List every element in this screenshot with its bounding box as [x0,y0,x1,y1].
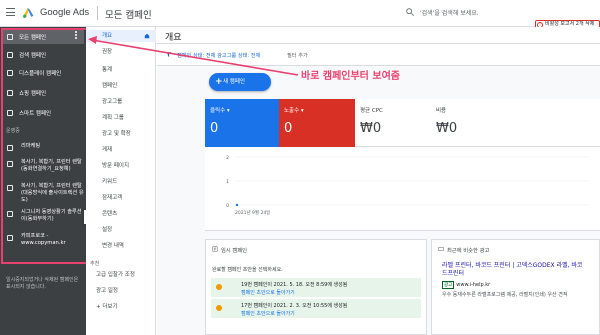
chart-y-tick-label: 2 [226,155,229,161]
top-bar: Google Ads 모든 캠페인 '검색'을 검색해 보세요. ! 비활성 보… [0,0,600,29]
return-to-draft-link[interactable]: 캠페인 초안으로 돌아가기 [241,289,295,296]
page-title: 모든 캠페인 [105,10,152,21]
chart-svg: 2 1 0 2021년 9월 24일 [226,155,590,216]
ad-badge: 광고 [442,281,455,289]
nav-item-recommendations[interactable]: 권장 [86,46,156,58]
nav-item-label: 설정 [102,227,113,233]
filter-icon[interactable] [165,51,172,58]
search-icon [406,8,415,17]
add-filter-link[interactable]: 필터 추가 [287,52,308,59]
draft-campaigns-panel: 임시 캠페인 완료할 캠페인 초안을 선택하세요. 19번 캠페인이 2021.… [205,239,427,335]
nav-item-bid-adjustments[interactable]: 고급 입찰가 조정 [86,269,156,281]
nav-item-label: 통계 [102,67,113,73]
metric-card-avg-cpc[interactable]: 평균 CPC ₩0 [355,99,431,147]
sidebar-footer-note: 일시중지되었거나 삭제된 캠페인은 표시되지 않습니다. [6,277,79,290]
nav-item-content[interactable]: 콘텐츠 [86,208,156,220]
metric-label: 비용 [436,108,447,114]
nav-item-label: 게재 [102,147,113,153]
nav-item-ad-groups[interactable]: 광고그룹 [86,96,156,108]
nav-item-label: 고급 입찰가 조정 [96,272,135,278]
chart-y-tick-label: 0 [226,203,229,209]
brand-name: Google Ads [40,7,90,18]
metric-label: 평균 CPC [360,108,383,114]
ad-url: www.i-help.kr [456,282,491,288]
nav-item-landing-pages[interactable]: 방문 페이지 [86,160,156,172]
overview-header: 개요 [157,27,600,44]
nav-item-label: 권장 [102,49,113,55]
panel-subtitle: 완료할 캠페인 초안을 선택하세요. [212,267,283,273]
nav-item-label: 캠페인 [102,83,118,89]
nav-item-label: 광고 및 확장 [102,131,131,137]
nav-item-more[interactable]: + 더보기 [86,301,156,313]
nav-item-keywords[interactable]: 키워드 [86,176,156,188]
draft-row[interactable]: 17번 캠페인이 2021. 2. 3. 오전 10:55에 생성됨 캠페인 초… [211,299,421,318]
ad-url-line: 광고 www.i-help.kr [442,281,587,289]
ad-headline[interactable]: 라벨 프린터, 바코드 프린터 | 고덱스GODEX 라벨, 바코드프린터 [442,262,587,278]
search-placeholder: '검색'을 검색해 보세요. [420,10,479,17]
plus-icon: + [215,77,223,87]
ad-preview[interactable]: 라벨 프린터, 바코드 프린터 | 고덱스GODEX 라벨, 바코드프린터 광고… [442,262,587,334]
nav-item-label: 키워드 [102,179,118,185]
draft-status-icon [216,305,222,311]
page-navigation: 개요 권장 통계 캠페인 광고그룹 계획 그룹 광고 및 확장 게재 방문 페이… [86,27,156,335]
nav-item-audiences[interactable]: 잠재고객 [86,192,156,204]
filter-status-text[interactable]: 캠페인 상태: 전체 광고그룹 상태: 전체 [177,52,260,59]
draft-created-text: 17번 캠페인이 2021. 2. 3. 오전 10:55에 생성됨 [241,303,348,309]
chart-y-tick-label: 1 [226,179,229,185]
annotation-highlight-box [1,28,88,264]
header-divider [97,6,98,20]
metric-value: ₩0 [360,121,382,136]
new-campaign-button[interactable]: + 새 캠페인 [209,73,271,91]
metric-card-impressions[interactable]: 노출수 ▾ 0 [279,99,355,147]
return-to-draft-link[interactable]: 캠페인 초안으로 돌아가기 [241,310,295,317]
nav-sub-heading: 추천 [90,261,100,267]
overview-title: 개요 [165,33,182,43]
draft-created-text: 19번 캠페인이 2021. 5. 18. 오전 8:59에 생성됨 [241,282,348,288]
home-icon [144,33,150,39]
metric-value: 0 [284,121,293,136]
panel-title: 임시 캠페인 [221,248,248,254]
chart-data-point [235,203,239,207]
performance-chart: 2 1 0 2021년 9월 24일 [205,147,600,231]
metric-value: 0 [210,121,219,136]
nav-item-insights[interactable]: 통계 [86,64,156,76]
metric-value: ₩0 [436,121,458,136]
panel-title: 최근에 비슷한 광고 [447,248,490,254]
draft-status-icon [216,284,222,290]
nav-item-label: 변경 내역 [102,243,124,249]
nav-item-placements[interactable]: 게재 [86,144,156,156]
metric-card-cost[interactable]: 비용 ₩0 [431,99,600,147]
nav-item-label: + 더보기 [96,304,118,310]
search-box[interactable]: '검색'을 검색해 보세요. [405,5,555,20]
nav-item-plan-groups[interactable]: 계획 그룹 [86,112,156,124]
metric-label: 클릭수 ▾ [210,108,230,114]
nav-item-label: 계획 그룹 [102,115,124,121]
nav-item-label: 개요 [102,33,113,39]
nav-item-change-history[interactable]: 변경 내역 [86,240,156,252]
nav-item-campaigns[interactable]: 캠페인 [86,80,156,92]
nav-item-label: 광고그룹 [102,99,123,105]
nav-item-label: 잠재고객 [102,195,123,201]
nav-item-settings[interactable]: 설정 [86,224,156,236]
ad-preview-icon [438,247,444,251]
chart-x-tick-label: 2021년 9월 24일 [235,209,270,216]
nav-item-ad-schedule[interactable]: 광고 일정 [86,285,156,297]
nav-item-label: 방문 페이지 [102,163,130,169]
hamburger-menu-icon[interactable] [6,8,15,16]
annotation-text: 바로 캠페인부터 보여줌 [301,71,400,82]
google-ads-logo-icon [23,8,34,18]
metric-label: 노출수 ▾ [284,108,304,114]
ad-description: 우수 동재수두른 라벨프로그램 제공, 라벨지(인쇄) 우산 견적 [442,292,568,298]
nav-item-label: 광고 일정 [96,288,118,294]
draft-icon [212,246,218,252]
nav-item-label: 콘텐츠 [102,211,118,217]
filter-bar: 캠페인 상태: 전체 광고그룹 상태: 전체 필터 추가 [157,44,600,66]
new-campaign-label: 새 캠페인 [223,79,245,85]
similar-ads-panel: 최근에 비슷한 광고 라벨 프린터, 바코드 프린터 | 고덱스GODEX 라벨… [431,239,600,335]
nav-item-overview[interactable]: 개요 [86,30,156,42]
metric-card-clicks[interactable]: 클릭수 ▾ 0 [205,99,279,147]
nav-item-ads-extensions[interactable]: 광고 및 확장 [86,128,156,140]
draft-row[interactable]: 19번 캠페인이 2021. 5. 18. 오전 8:59에 생성됨 캠페인 초… [211,278,421,297]
